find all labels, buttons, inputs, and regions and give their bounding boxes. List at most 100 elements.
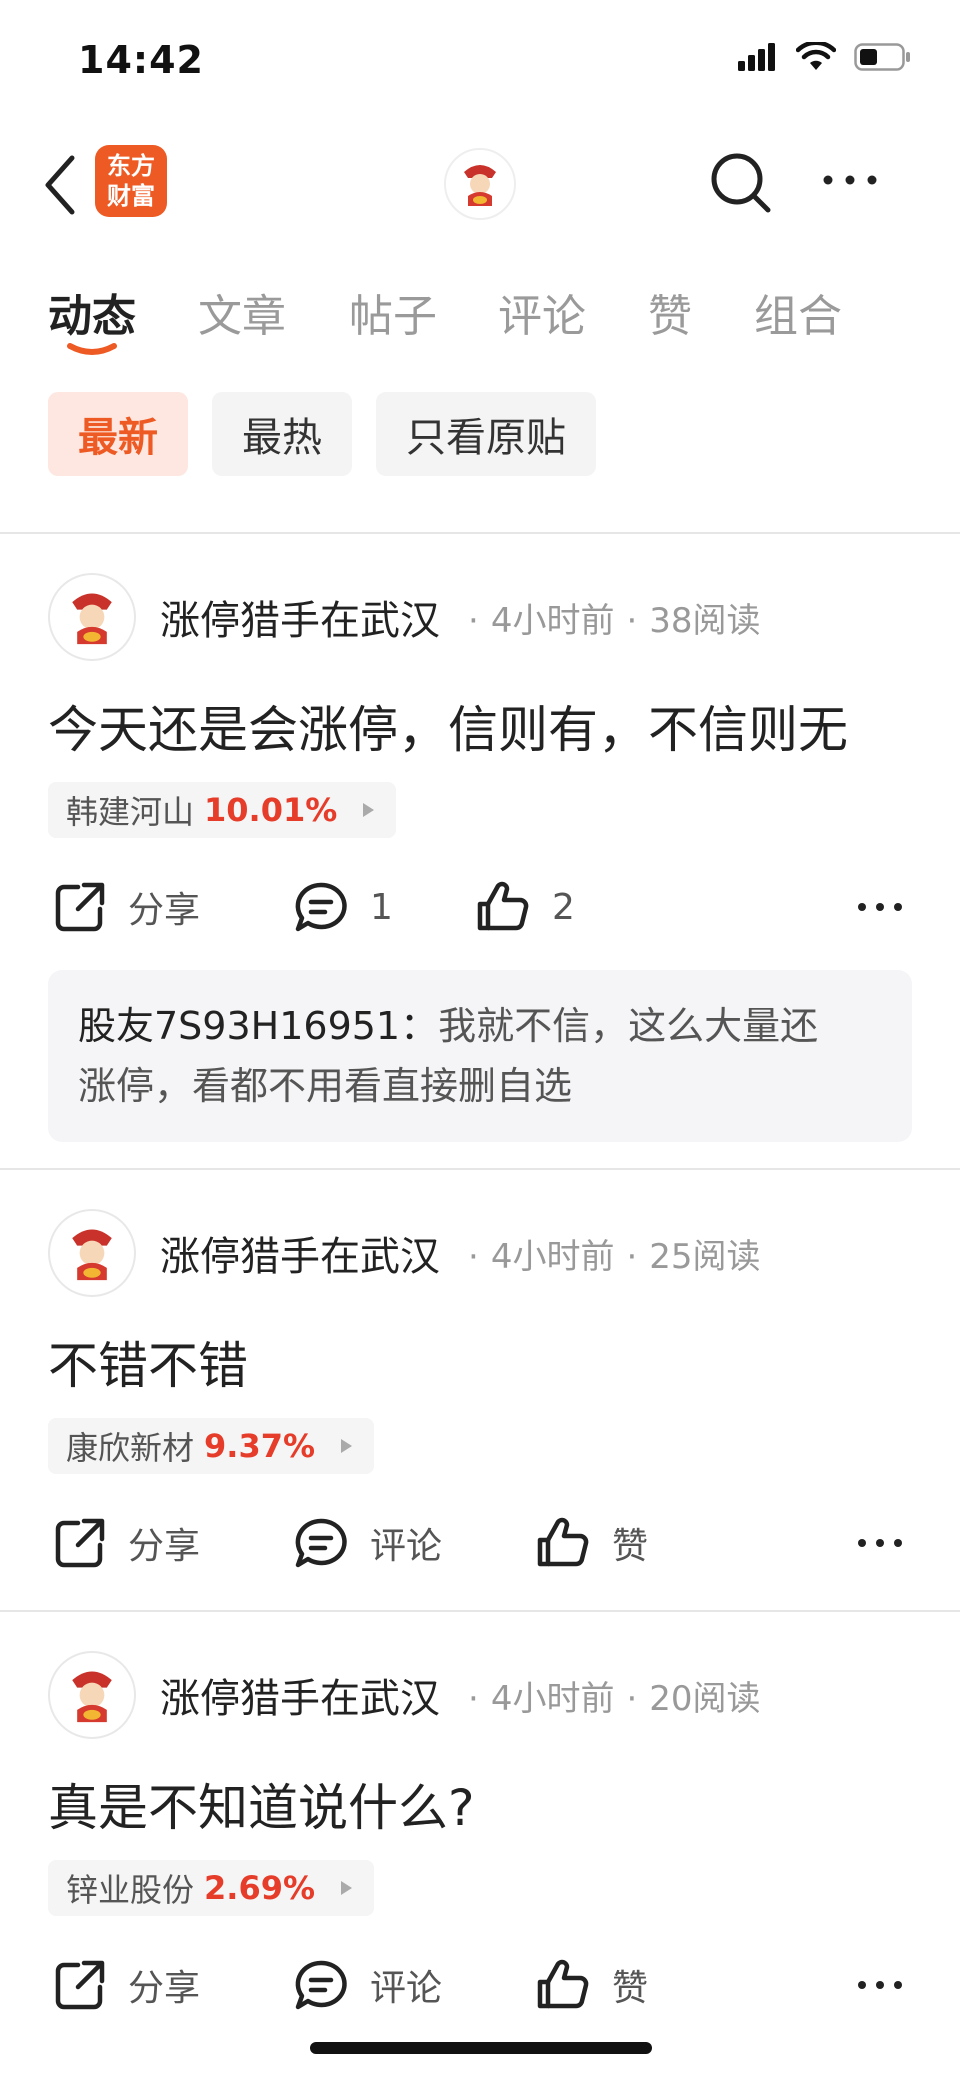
author-avatar[interactable] [48,573,136,661]
section-divider [0,532,960,534]
app-logo-line2: 财富 [107,182,155,210]
post-header: 涨停猎手在武汉 · 4小时前 · 20阅读 [48,1650,761,1740]
comment-text-line2: 涨停，看都不用看直接删自选 [78,1064,573,1108]
comment-button[interactable]: 评论 [294,1508,442,1578]
post-reads: 38阅读 [649,600,761,641]
mascot-icon [446,150,514,218]
post-actions: 分享 1 2 [0,872,960,942]
share-icon [55,1518,105,1568]
search-icon[interactable] [708,150,774,216]
mascot-icon [72,1229,112,1281]
more-icon[interactable] [856,1526,904,1560]
post-text[interactable]: 真是不知道说什么? [48,1768,475,1840]
stock-tag[interactable]: 韩建河山 10.01% [48,782,397,838]
post-meta: · 4小时前 · 38阅读 [468,600,761,641]
app-logo[interactable]: 东方 财富 [95,145,167,217]
status-time: 14:42 [78,38,204,82]
author-name[interactable]: 涨停猎手在武汉 [160,1666,440,1724]
stock-name: 锌业股份 [66,1871,195,1909]
post-actions: 分享 评论 赞 [0,1508,960,1578]
more-options-icon[interactable] [820,160,880,200]
share-button[interactable]: 分享 [54,872,200,942]
author-avatar[interactable] [48,1651,136,1739]
share-button[interactable]: 分享 [54,1508,200,1578]
post-time: 4小时前 [490,1678,615,1719]
comment-count: 1 [370,886,393,928]
post-reads: 25阅读 [649,1236,761,1277]
stock-change: 9.37% [204,1427,316,1465]
post-header: 涨停猎手在武汉 · 4小时前 · 25阅读 [48,1208,761,1298]
tab-comments[interactable]: 评论 [498,280,586,344]
back-icon[interactable] [40,152,80,218]
home-indicator[interactable] [310,2042,652,2054]
like-button[interactable]: 赞 [536,1508,648,1578]
author-name[interactable]: 涨停猎手在武汉 [160,588,440,646]
stock-name: 康欣新材 [66,1429,195,1467]
post-time: 4小时前 [490,1236,615,1277]
stock-change: 2.69% [204,1869,316,1907]
battery-icon [854,43,910,71]
post-divider [0,1610,960,1612]
post-header: 涨停猎手在武汉 · 4小时前 · 38阅读 [48,572,761,662]
post-meta: · 4小时前 · 20阅读 [468,1678,761,1719]
comment-label: 评论 [370,1968,443,2009]
comment-author[interactable]: 股友7S93H16951： [78,1004,438,1048]
post-meta: · 4小时前 · 25阅读 [468,1236,761,1277]
profile-avatar[interactable] [444,148,516,220]
comment-label: 评论 [370,1526,443,1567]
post-actions: 分享 评论 赞 [0,1950,960,2020]
share-label: 分享 [128,890,201,931]
share-label: 分享 [128,1968,201,2009]
app-logo-line1: 东方 [107,152,155,180]
thumbs-up-icon [537,1517,589,1567]
author-name[interactable]: 涨停猎手在武汉 [160,1224,440,1282]
like-label: 赞 [612,1968,649,2009]
play-arrow-icon [363,803,375,817]
play-arrow-icon [341,1439,353,1453]
filter-chips: 最新 最热 只看原贴 [48,392,596,476]
comment-button[interactable]: 评论 [294,1950,442,2020]
status-icons [738,42,912,72]
share-icon [55,882,105,932]
stock-tag[interactable]: 康欣新材 9.37% [48,1418,375,1474]
post-divider [0,1168,960,1170]
stock-change: 10.01% [204,791,338,829]
author-avatar[interactable] [48,1209,136,1297]
stock-name: 韩建河山 [66,793,195,831]
post-text[interactable]: 不错不错 [48,1326,248,1398]
post-text[interactable]: 今天还是会涨停，信则有，不信则无 [48,690,848,762]
tab-dynamic[interactable]: 动态 [48,280,136,344]
filter-latest[interactable]: 最新 [48,392,188,476]
thumbs-up-icon [477,881,529,931]
like-button[interactable]: 2 [476,872,575,942]
like-count: 2 [552,886,575,928]
post-time: 4小时前 [490,600,615,641]
mascot-icon [72,1671,112,1723]
comment-icon [295,1518,347,1568]
share-icon [55,1960,105,2010]
stock-tag[interactable]: 锌业股份 2.69% [48,1860,375,1916]
tab-posts[interactable]: 帖子 [349,280,437,344]
play-arrow-icon [341,1881,353,1895]
comment-icon [295,1960,347,2010]
thumbs-up-icon [537,1959,589,2009]
like-label: 赞 [612,1526,649,1567]
like-button[interactable]: 赞 [536,1950,648,2020]
wifi-icon [796,42,836,70]
comment-preview[interactable]: 股友7S93H16951：我就不信，这么大量还 涨停，看都不用看直接删自选 [48,970,912,1142]
more-icon[interactable] [856,890,904,924]
filter-original-only[interactable]: 只看原贴 [376,392,596,476]
share-label: 分享 [128,1526,201,1567]
comment-icon [295,882,347,932]
tab-bar: 动态 文章 帖子 评论 赞 组合 [0,270,960,360]
share-button[interactable]: 分享 [54,1950,200,2020]
comment-button[interactable]: 1 [294,872,393,942]
cellular-signal-icon [738,43,775,71]
filter-hottest[interactable]: 最热 [212,392,352,476]
more-icon[interactable] [856,1968,904,2002]
tab-likes[interactable]: 赞 [648,280,692,344]
tab-articles[interactable]: 文章 [198,280,286,344]
status-bar: 14:42 [0,0,960,120]
tab-portfolios[interactable]: 组合 [754,280,842,344]
mascot-icon [72,593,112,645]
